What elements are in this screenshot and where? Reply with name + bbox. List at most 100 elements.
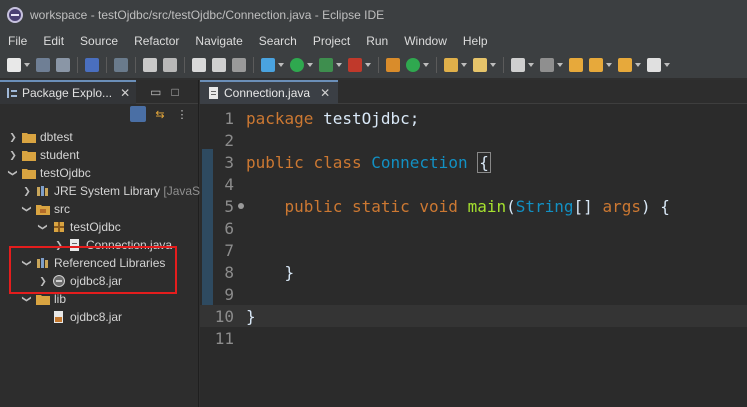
close-icon[interactable]: ✕ [320,86,330,100]
tree-item-package-testojdbc[interactable]: ❯ testOjdbc [38,218,121,236]
chevron-down-icon[interactable] [24,63,30,67]
tree-item-dbtest[interactable]: ❯ dbtest [8,128,72,146]
code-line[interactable]: 10} [200,305,747,327]
code-line[interactable]: 1 package testOjdbc; [200,107,747,129]
editor-tab-label: Connection.java [224,85,311,100]
tree-item-student[interactable]: ❯ student [8,146,79,164]
coverage-icon[interactable] [319,58,333,72]
tab-package-explorer[interactable]: Package Explo... ✕ [0,79,137,104]
expand-arrow-icon[interactable]: ❯ [8,150,18,160]
code-area[interactable]: 1 package testOjdbc; 2 3 public class Connec… [200,104,747,404]
link-with-editor-icon[interactable]: ⇆ [152,106,168,122]
block-selection-icon[interactable] [192,58,206,72]
chevron-down-icon[interactable] [423,63,429,67]
tree-item-src[interactable]: ❯ src [22,200,70,218]
tab-connection-java[interactable]: Connection.java ✕ [200,79,339,104]
tree-item-referenced-libraries[interactable]: ❯ Referenced Libraries [22,254,165,272]
chevron-down-icon[interactable] [635,63,641,67]
chevron-down-icon[interactable] [664,63,670,67]
chevron-down-icon[interactable] [278,63,284,67]
tree-item-ojdbc8-referenced[interactable]: ❯ ojdbc8.jar [38,272,122,290]
chevron-down-icon[interactable] [307,63,313,67]
expand-arrow-icon[interactable]: ❯ [22,186,32,196]
chevron-down-icon[interactable] [336,63,342,67]
word-wrap-icon[interactable] [212,58,226,72]
code-text: package testOjdbc; [234,109,419,128]
new-package-icon[interactable] [386,58,400,72]
code-text: } [234,263,295,282]
code-token: { [477,151,491,173]
arrow-left-icon[interactable] [618,58,632,72]
chevron-down-icon[interactable] [365,63,371,67]
new-icon[interactable] [7,58,21,72]
chevron-down-icon[interactable] [528,63,534,67]
expand-arrow-icon[interactable]: ❯ [38,276,48,286]
pen-icon[interactable] [163,58,177,72]
package-explorer-panel: Package Explo... ✕ ▭ □ ⇆ ⋮ ❯ dbtest ❯ st… [0,79,208,407]
code-line[interactable]: 2 [200,129,747,151]
skip-breakpoints-icon[interactable] [114,58,128,72]
previous-annotation-icon[interactable] [540,58,554,72]
expand-arrow-icon[interactable]: ❯ [54,240,64,250]
open-type-icon[interactable] [444,58,458,72]
minimize-icon[interactable]: ▭ [150,85,161,99]
tree-item-testojdbc-project[interactable]: ❯ testOjdbc [8,164,91,182]
tree-item-jre-library[interactable]: ❯ JRE System Library [JavaSE [22,182,208,200]
new-class-icon[interactable] [406,58,420,72]
maximize-icon[interactable]: □ [171,85,178,99]
menu-help[interactable]: Help [455,30,496,52]
menu-search[interactable]: Search [251,30,305,52]
line-number: 8 [224,262,234,282]
tree-item-connection-java[interactable]: ❯ Connection.java [54,236,172,254]
external-tools-icon[interactable] [348,58,362,72]
chevron-down-icon[interactable] [461,63,467,67]
code-line[interactable]: 5 public static void main(String[] args)… [200,195,747,217]
expand-arrow-icon[interactable]: ❯ [8,132,18,142]
chevron-down-icon[interactable] [557,63,563,67]
code-line[interactable]: 3 public class Connection { [200,151,747,173]
toolbar-divider [503,57,504,73]
tree-item-ojdbc8-lib[interactable]: ❯ ojdbc8.jar [38,308,122,326]
code-line[interactable]: 4 [200,173,747,195]
collapse-arrow-icon[interactable]: ❯ [8,168,18,178]
menu-file[interactable]: File [0,30,35,52]
collapse-all-icon[interactable] [130,106,146,122]
view-menu-icon[interactable]: ⋮ [174,106,190,122]
tree-item-lib[interactable]: ❯ lib [22,290,66,308]
chevron-down-icon[interactable] [606,63,612,67]
jar-file-icon [54,311,63,323]
collapse-arrow-icon[interactable]: ❯ [22,294,32,304]
save-all-icon[interactable] [56,58,70,72]
menu-edit[interactable]: Edit [35,30,72,52]
collapse-arrow-icon[interactable]: ❯ [22,204,32,214]
collapse-arrow-icon[interactable]: ❯ [22,258,32,268]
menu-navigate[interactable]: Navigate [187,30,250,52]
terminal-icon[interactable] [85,58,99,72]
arrow-right-icon[interactable] [647,58,661,72]
save-icon[interactable] [36,58,50,72]
code-line[interactable]: 6 [200,217,747,239]
menu-run[interactable]: Run [358,30,396,52]
run-icon[interactable] [290,58,304,72]
back-icon[interactable] [589,58,603,72]
search-tool-icon[interactable] [473,58,487,72]
code-line[interactable]: 11 [200,327,747,349]
tab-label: Package Explo... [22,85,113,100]
menu-source[interactable]: Source [72,30,126,52]
menu-refactor[interactable]: Refactor [126,30,187,52]
menu-window[interactable]: Window [396,30,455,52]
last-edit-location-icon[interactable] [569,58,583,72]
close-icon[interactable]: ✕ [120,86,130,100]
next-annotation-icon[interactable] [511,58,525,72]
toggle-mark-icon[interactable] [143,58,157,72]
show-whitespace-icon[interactable] [232,58,246,72]
fold-icon[interactable] [238,203,244,209]
toolbar-divider [253,57,254,73]
menu-project[interactable]: Project [305,30,358,52]
code-line[interactable]: 9 [200,283,747,305]
collapse-arrow-icon[interactable]: ❯ [38,222,48,232]
code-line[interactable]: 7 [200,239,747,261]
debug-icon[interactable] [261,58,275,72]
code-line[interactable]: 8 } [200,261,747,283]
chevron-down-icon[interactable] [490,63,496,67]
